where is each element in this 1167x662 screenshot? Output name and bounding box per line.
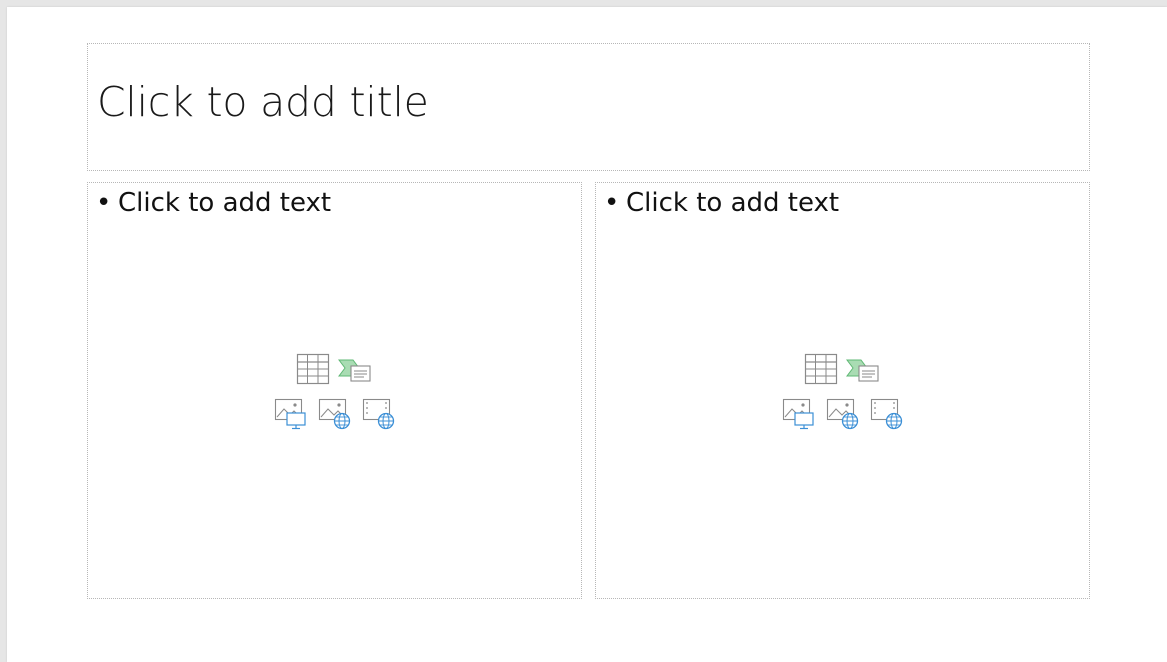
insert-online-picture-icon[interactable] bbox=[825, 395, 861, 431]
insert-smartart-icon[interactable] bbox=[845, 351, 881, 387]
insert-picture-icon[interactable] bbox=[273, 395, 309, 431]
insert-content-icons bbox=[273, 351, 403, 433]
insert-picture-icon[interactable] bbox=[781, 395, 817, 431]
content-right-text[interactable]: Click to add text bbox=[626, 188, 839, 218]
content-left-bullet-line[interactable]: • Click to add text bbox=[96, 188, 331, 218]
insert-video-icon[interactable] bbox=[361, 395, 397, 431]
insert-video-icon[interactable] bbox=[869, 395, 905, 431]
bullet-icon: • bbox=[604, 188, 620, 218]
content-placeholder-right[interactable]: • Click to add text bbox=[595, 182, 1090, 599]
content-left-text[interactable]: Click to add text bbox=[118, 188, 331, 218]
content-placeholder-left[interactable]: • Click to add text bbox=[87, 182, 582, 599]
insert-table-icon[interactable] bbox=[295, 351, 331, 387]
slide-canvas: Click to add title • Click to add text •… bbox=[7, 7, 1167, 662]
bullet-icon: • bbox=[96, 188, 112, 218]
content-right-bullet-line[interactable]: • Click to add text bbox=[604, 188, 839, 218]
insert-table-icon[interactable] bbox=[803, 351, 839, 387]
insert-content-icons bbox=[781, 351, 911, 433]
insert-smartart-icon[interactable] bbox=[337, 351, 373, 387]
title-placeholder[interactable]: Click to add title bbox=[87, 43, 1090, 171]
title-placeholder-text[interactable]: Click to add title bbox=[97, 78, 429, 126]
insert-online-picture-icon[interactable] bbox=[317, 395, 353, 431]
